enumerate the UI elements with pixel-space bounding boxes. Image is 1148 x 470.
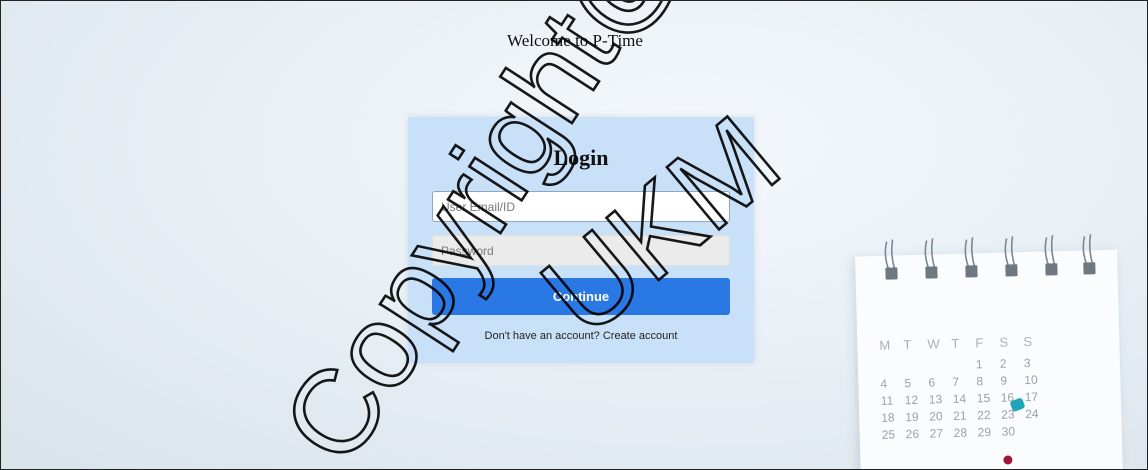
- calendar-day: 9: [1000, 373, 1008, 388]
- calendar-weekday: T: [903, 337, 912, 353]
- calendar-day: 3: [1023, 355, 1031, 371]
- email-field[interactable]: [432, 191, 730, 222]
- calendar-image: M T W T F S S 1 2 3 4 5 6 7 8 9 10 11 12 13 14 15 16 17 18 19 20 21…: [855, 234, 1123, 469]
- calendar-day: [904, 359, 928, 375]
- calendar-rings-icon: [884, 234, 1096, 280]
- calendar-weekday: W: [927, 336, 940, 352]
- calendar-day: 26: [905, 426, 920, 442]
- calendar-day: 1: [975, 357, 983, 372]
- login-panel: Login Continue Don't have an account? Cr…: [408, 117, 754, 363]
- calendar-day: 25: [881, 427, 896, 442]
- calendar-day: 2: [999, 356, 1007, 371]
- calendar-weekday: S: [1023, 333, 1033, 350]
- calendar-day: 6: [928, 375, 936, 390]
- calendar-day: 4: [880, 376, 888, 391]
- create-account-link[interactable]: Create account: [603, 330, 678, 342]
- calendar-day: 28: [953, 425, 968, 440]
- calendar-day: 8: [976, 374, 984, 389]
- calendar-day: 30: [1001, 424, 1016, 439]
- calendar-day: 22: [977, 407, 991, 423]
- calendar-day: [928, 358, 952, 374]
- calendar-day: 20: [929, 409, 943, 424]
- calendar-weekday: F: [975, 335, 984, 351]
- calendar-day: 24: [1025, 406, 1039, 422]
- signup-row: Don't have an account? Create account: [408, 330, 754, 342]
- calendar-day: 15: [976, 390, 991, 406]
- calendar-day: 19: [905, 409, 919, 425]
- calendar-grid: M T W T F S S 1 2 3 4 5 6 7 8 9 10 11 12 13 14 15 16 17 18 19 20 21…: [879, 333, 1050, 442]
- calendar-weekday: T: [951, 335, 960, 351]
- calendar-day: 13: [928, 392, 943, 407]
- calendar-day: 29: [977, 424, 992, 440]
- calendar-weekday: S: [999, 334, 1009, 350]
- calendar-day: 11: [880, 393, 894, 408]
- calendar-day: [880, 359, 904, 375]
- calendar-day: [952, 357, 976, 373]
- calendar-day: 21: [953, 408, 967, 423]
- calendar-day: 7: [952, 374, 960, 389]
- calendar-day: 5: [904, 376, 912, 391]
- calendar-day: 17: [1024, 389, 1039, 405]
- login-page: Welcome to P-Time Login Continue Don't h…: [0, 0, 1148, 470]
- calendar-day: 12: [904, 392, 919, 408]
- welcome-heading: Welcome to P-Time: [507, 31, 643, 50]
- calendar-day: 18: [881, 410, 895, 425]
- password-field[interactable]: [432, 235, 730, 266]
- continue-button[interactable]: Continue: [432, 278, 730, 315]
- calendar-day: 10: [1024, 372, 1038, 388]
- calendar-day: 14: [952, 391, 967, 406]
- login-title: Login: [553, 145, 609, 170]
- signup-prompt: Don't have an account?: [484, 330, 600, 342]
- calendar-day: 27: [929, 426, 944, 441]
- calendar-weekday: M: [879, 337, 891, 353]
- red-pin-icon: [1003, 455, 1013, 465]
